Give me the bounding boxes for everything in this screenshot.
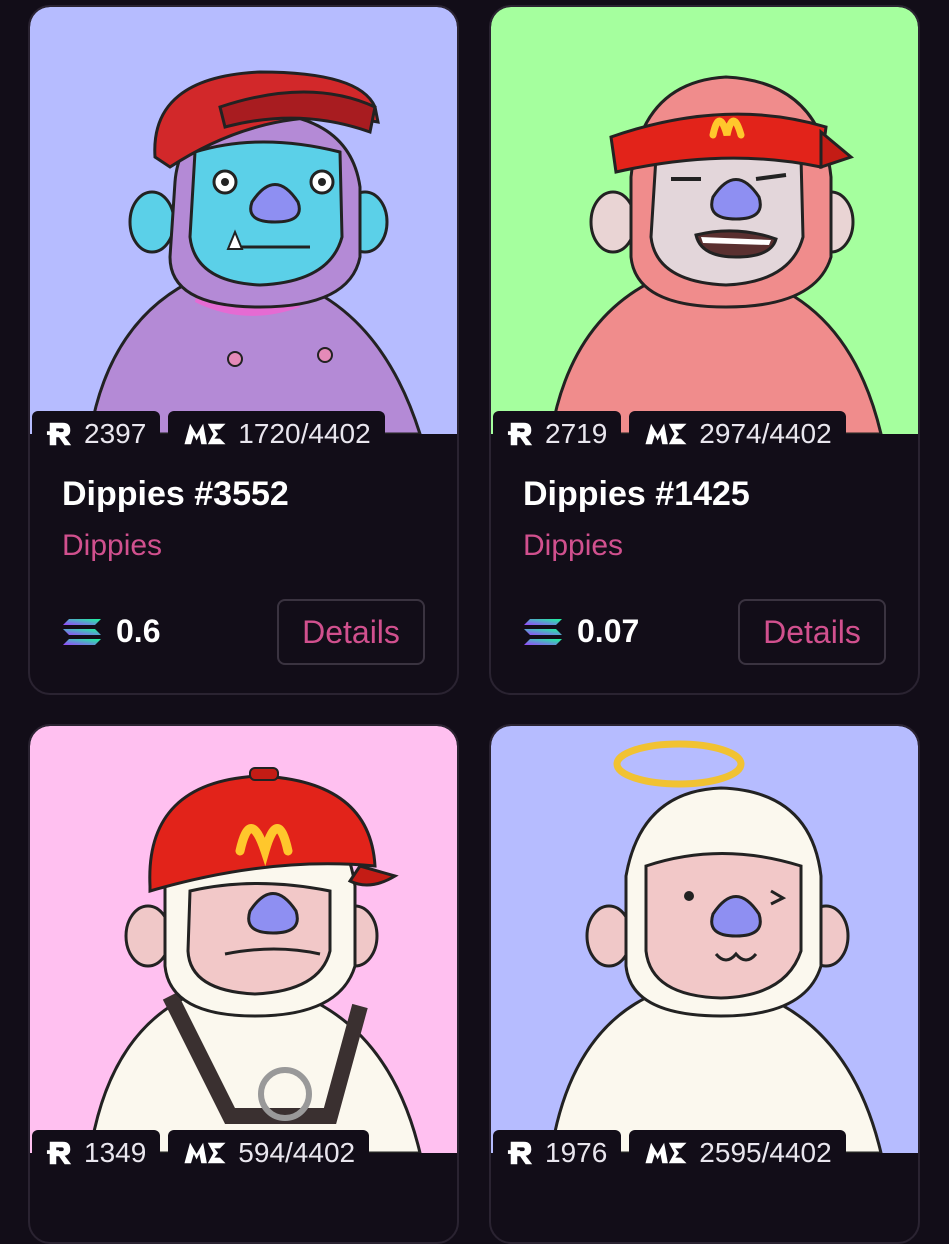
magic-eden-icon (182, 420, 228, 448)
nft-card[interactable]: 2397 1720/4402 Dippies #3552 Dippies 0.6… (28, 5, 459, 695)
magic-eden-rank-badge: 2595/4402 (629, 1130, 846, 1176)
ape-illustration (491, 7, 918, 434)
nft-image[interactable] (491, 7, 918, 434)
details-button[interactable]: Details (277, 599, 425, 665)
nft-card[interactable]: 2719 2974/4402 Dippies #1425 Dippies 0.0… (489, 5, 920, 695)
rarity-rank-badge: 2719 (493, 411, 622, 457)
r-rank-icon (46, 1139, 74, 1167)
price: 0.07 (523, 613, 639, 650)
magic-eden-icon (643, 420, 689, 448)
magic-eden-rank-badge: 1720/4402 (168, 411, 385, 457)
rarity-rank-value: 1349 (84, 1137, 147, 1168)
nft-image[interactable] (491, 726, 918, 1153)
ape-illustration (30, 726, 457, 1153)
rank-badges: 2397 1720/4402 (32, 411, 385, 457)
magic-eden-rank-value: 2974/4402 (699, 418, 832, 449)
r-rank-icon (507, 420, 535, 448)
price: 0.6 (62, 613, 160, 650)
magic-eden-icon (643, 1139, 689, 1167)
solana-icon (523, 617, 563, 647)
rank-badges: 1976 2595/4402 (493, 1130, 846, 1176)
collection-link[interactable]: Dippies (523, 529, 623, 563)
nft-title: Dippies #1425 (523, 475, 750, 513)
rarity-rank-badge: 2397 (32, 411, 161, 457)
nft-card[interactable]: 1976 2595/4402 (489, 724, 920, 1244)
ape-illustration (491, 726, 918, 1153)
magic-eden-icon (182, 1139, 228, 1167)
magic-eden-rank-badge: 594/4402 (168, 1130, 370, 1176)
rarity-rank-value: 2719 (545, 418, 608, 449)
magic-eden-rank-badge: 2974/4402 (629, 411, 846, 457)
magic-eden-rank-value: 2595/4402 (699, 1137, 832, 1168)
rarity-rank-value: 2397 (84, 418, 147, 449)
rank-badges: 2719 2974/4402 (493, 411, 846, 457)
magic-eden-rank-value: 1720/4402 (238, 418, 371, 449)
r-rank-icon (507, 1139, 535, 1167)
price-value: 0.07 (577, 613, 640, 649)
rarity-rank-value: 1976 (545, 1137, 608, 1168)
rarity-rank-badge: 1976 (493, 1130, 622, 1176)
nft-title: Dippies #3552 (62, 475, 289, 513)
nft-card[interactable]: 1349 594/4402 (28, 724, 459, 1244)
magic-eden-rank-value: 594/4402 (238, 1137, 356, 1168)
rarity-rank-badge: 1349 (32, 1130, 161, 1176)
r-rank-icon (46, 420, 74, 448)
collection-link[interactable]: Dippies (62, 529, 162, 563)
rank-badges: 1349 594/4402 (32, 1130, 370, 1176)
solana-icon (62, 617, 102, 647)
ape-illustration (30, 7, 457, 434)
nft-image[interactable] (30, 726, 457, 1153)
price-value: 0.6 (116, 613, 161, 649)
details-button[interactable]: Details (738, 599, 886, 665)
nft-image[interactable] (30, 7, 457, 434)
